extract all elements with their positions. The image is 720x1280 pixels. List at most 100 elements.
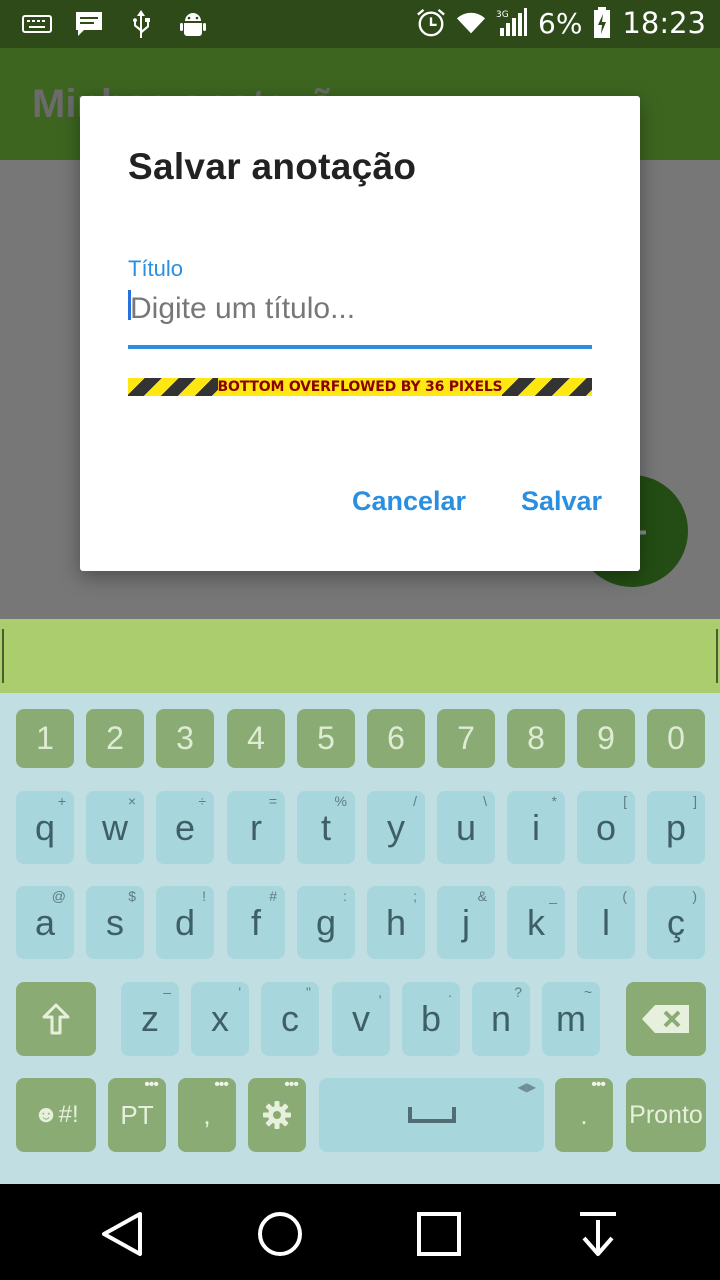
key-hint: (: [622, 888, 627, 904]
save-button[interactable]: Salvar: [521, 486, 602, 517]
shift-key[interactable]: [16, 982, 96, 1056]
back-button[interactable]: [92, 1204, 152, 1264]
key-a[interactable]: @ a: [16, 886, 74, 959]
key-1[interactable]: 1: [16, 709, 74, 768]
hide-keyboard-button[interactable]: [568, 1204, 628, 1264]
title-field-label: Título: [128, 256, 184, 281]
status-bar: 3G 6% 18:23: [0, 0, 720, 48]
key-label: k: [527, 901, 545, 943]
key-c[interactable]: " c: [261, 982, 319, 1056]
key-hint: ,: [378, 984, 382, 1000]
key-label: 3: [176, 720, 194, 756]
key-hint: &: [477, 888, 487, 904]
alarm-icon: [416, 7, 446, 39]
key-label: s: [106, 901, 124, 943]
key-label: 1: [36, 720, 54, 756]
key-label: 6: [387, 720, 405, 756]
key-hint: ?: [514, 984, 522, 1000]
key-x[interactable]: ' x: [191, 982, 249, 1056]
key-6[interactable]: 6: [367, 709, 425, 768]
key-label: t: [320, 806, 331, 848]
key-4[interactable]: 4: [227, 709, 285, 768]
key-label: v: [352, 998, 370, 1039]
key-label: ,: [203, 1099, 211, 1130]
key-label: g: [315, 901, 337, 943]
emoji-symbols-key[interactable]: ☻#!: [16, 1078, 96, 1152]
key-3[interactable]: 3: [156, 709, 214, 768]
key-label: 5: [317, 720, 335, 756]
key-2[interactable]: 2: [86, 709, 144, 768]
key-hint: _: [549, 888, 557, 904]
key-label: i: [532, 806, 540, 848]
backspace-key[interactable]: [626, 982, 706, 1056]
key-u[interactable]: \ u: [437, 791, 495, 864]
more-dots-icon: •••: [144, 1076, 159, 1093]
key-9[interactable]: 9: [577, 709, 635, 768]
key-label: a: [34, 901, 56, 943]
key-y[interactable]: / y: [367, 791, 425, 864]
key-n[interactable]: ? n: [472, 982, 530, 1056]
key-r[interactable]: = r: [227, 791, 285, 864]
done-key[interactable]: Pronto: [626, 1078, 706, 1152]
comma-key[interactable]: •••,: [178, 1076, 236, 1152]
key-label: ☻#!: [33, 1101, 79, 1128]
clock: 18:23: [622, 6, 706, 40]
key-o[interactable]: [o: [577, 791, 635, 864]
key-c-cedilla[interactable]: ) ç: [647, 886, 705, 959]
key-v[interactable]: ,v: [332, 982, 390, 1056]
more-dots-icon: •••: [214, 1076, 229, 1093]
warning-stripe-right: [502, 378, 592, 396]
gear-icon: [263, 1101, 291, 1129]
android-debug-icon: [178, 8, 208, 40]
language-key[interactable]: ••• PT: [108, 1076, 166, 1152]
key-hint: –: [163, 984, 171, 1000]
key-q[interactable]: + q: [16, 791, 74, 864]
period-key[interactable]: •••.: [555, 1076, 613, 1152]
key-l[interactable]: (l: [577, 886, 635, 959]
key-w[interactable]: × w: [86, 791, 144, 864]
key-8[interactable]: 8: [507, 709, 565, 768]
overflow-warning-banner: BOTTOM OVERFLOWED BY 36 PIXELS: [128, 378, 592, 396]
more-dots-icon: •••: [591, 1076, 606, 1093]
key-label: 9: [597, 720, 615, 756]
key-7[interactable]: 7: [437, 709, 495, 768]
key-i[interactable]: * i: [507, 791, 565, 864]
more-dots-icon: •••: [284, 1076, 299, 1093]
key-hint: ': [238, 984, 241, 1000]
cancel-button[interactable]: Cancelar: [352, 486, 466, 517]
keyboard-suggestion-bar: [0, 619, 720, 693]
space-key[interactable]: ◀▶: [319, 1078, 544, 1152]
key-k[interactable]: _ k: [507, 886, 565, 959]
cursor-move-arrows-icon: ◀▶: [517, 1080, 536, 1094]
key-label: h: [385, 901, 407, 943]
navigation-bar: [0, 1184, 720, 1280]
key-label: x: [211, 998, 229, 1039]
key-z[interactable]: – z: [121, 982, 179, 1056]
space-bar-icon: [407, 1107, 456, 1123]
network-type-label: 3G: [496, 10, 509, 20]
key-hint: ): [692, 888, 697, 904]
key-5[interactable]: 5: [297, 709, 355, 768]
key-label: r: [250, 806, 262, 848]
key-t[interactable]: % t: [297, 791, 355, 864]
key-label: o: [595, 806, 617, 848]
key-j[interactable]: & j: [437, 886, 495, 959]
key-b[interactable]: .b: [402, 982, 460, 1056]
key-m[interactable]: ~ m: [542, 982, 600, 1056]
dialog-title: Salvar anotação: [128, 146, 417, 187]
key-f[interactable]: # f: [227, 886, 285, 959]
recents-button[interactable]: [409, 1204, 469, 1264]
key-e[interactable]: ÷ e: [156, 791, 214, 864]
key-hint: ×: [127, 793, 136, 809]
title-input[interactable]: [128, 284, 592, 334]
key-0[interactable]: 0: [647, 709, 705, 768]
key-g[interactable]: :g: [297, 886, 355, 959]
back-triangle-icon: [102, 1212, 142, 1256]
home-button[interactable]: [250, 1204, 310, 1264]
key-label: w: [102, 806, 128, 848]
key-d[interactable]: ! d: [156, 886, 214, 959]
key-s[interactable]: $ s: [86, 886, 144, 959]
settings-key[interactable]: •••: [248, 1076, 306, 1152]
key-p[interactable]: ] p: [647, 791, 705, 864]
key-h[interactable]: ; h: [367, 886, 425, 959]
